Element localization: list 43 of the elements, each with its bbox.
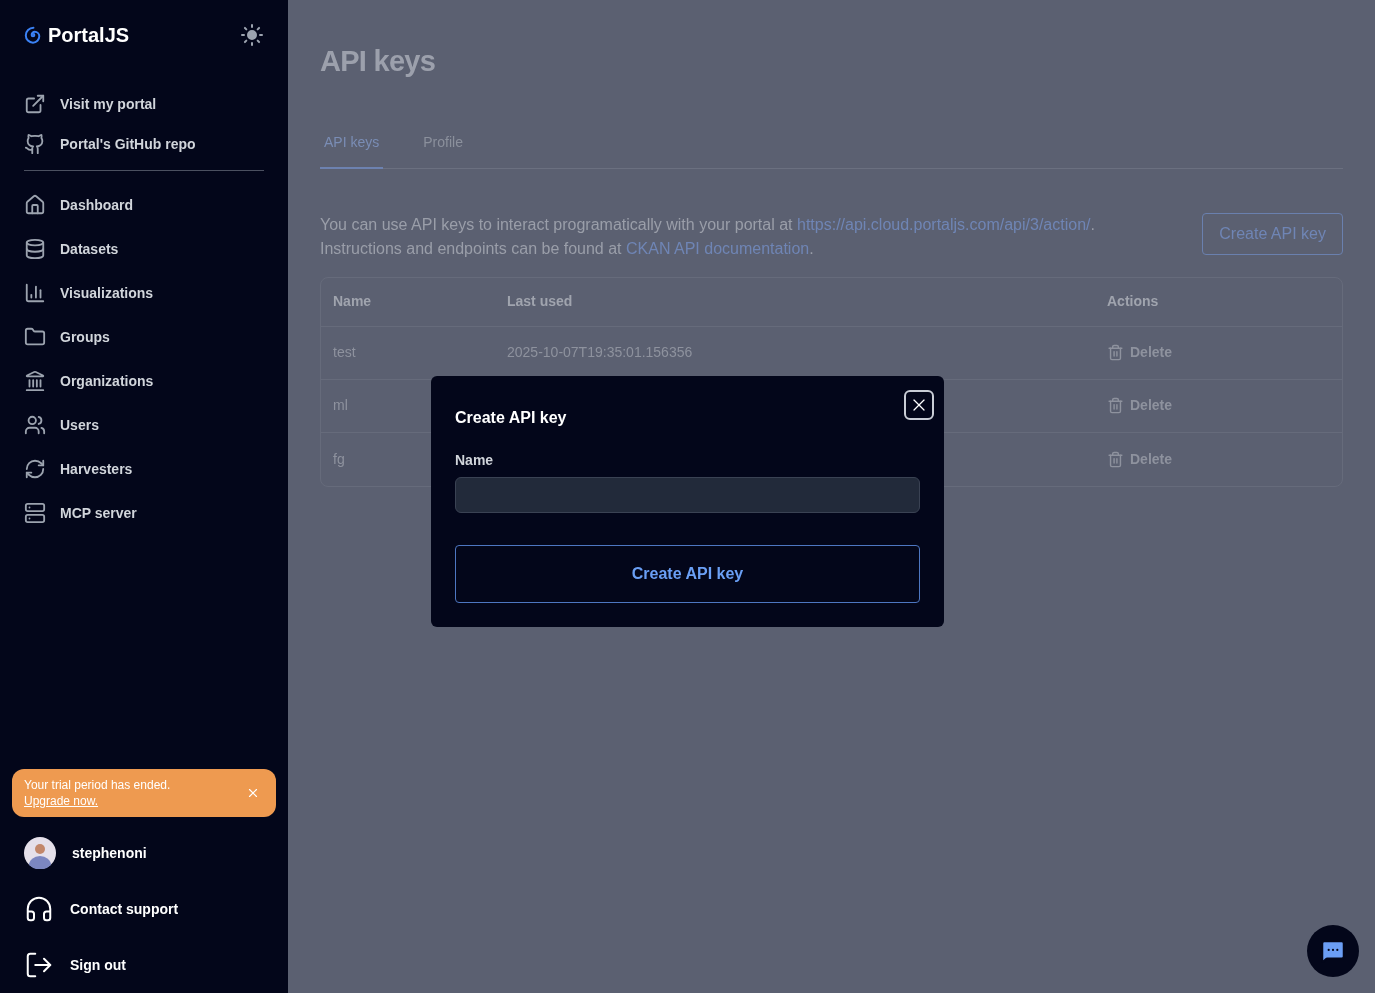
avatar[interactable] xyxy=(24,837,56,869)
database-icon xyxy=(24,238,46,260)
user-name: stephenoni xyxy=(72,843,147,863)
submit-button[interactable]: Create API key xyxy=(455,545,920,603)
close-button[interactable] xyxy=(904,390,934,420)
nav-item[interactable]: Visualizations xyxy=(24,279,264,307)
folder-icon xyxy=(24,326,46,348)
theme-toggle-icon[interactable] xyxy=(240,23,264,47)
bank-icon xyxy=(24,370,46,392)
column-header: Name xyxy=(333,292,373,311)
nav-item[interactable]: Dashboard xyxy=(24,191,264,219)
trial-message: Your trial period has ended. xyxy=(24,777,171,793)
brand-name: PortalJS xyxy=(48,23,130,48)
sign-out-icon xyxy=(24,950,54,980)
column-header: Actions xyxy=(1107,292,1160,311)
home-icon xyxy=(24,194,46,216)
headset-icon xyxy=(24,894,54,924)
intro-text: You can use API keys to interact programatically with your portal at https://api.cloud.portaljs.com/api/3/action/. Instructions and endpoints can be found at CKAN API documentation. xyxy=(320,214,1095,259)
nav-item[interactable]: Harvesters xyxy=(24,455,264,483)
bar-chart-icon xyxy=(24,282,46,304)
nav-item[interactable]: Datasets xyxy=(24,235,264,263)
cat-icon xyxy=(24,133,46,155)
external-link-icon xyxy=(24,93,46,115)
nav-item[interactable]: Groups xyxy=(24,323,264,351)
nav-item[interactable]: MCP server xyxy=(24,499,264,527)
nav-item[interactable]: Users xyxy=(24,411,264,439)
sidebar-link[interactable]: Portal's GitHub repo xyxy=(24,130,264,158)
page-title: API keys xyxy=(320,44,437,79)
trash-icon xyxy=(1107,344,1124,361)
users-icon xyxy=(24,414,46,436)
field-label: Name xyxy=(455,451,495,470)
refresh-icon xyxy=(24,458,46,480)
logo-icon xyxy=(24,26,42,44)
nav-item[interactable]: Organizations xyxy=(24,367,264,395)
sidebar-link[interactable]: Visit my portal xyxy=(24,90,264,118)
trash-icon xyxy=(1107,397,1124,414)
trash-icon xyxy=(1107,450,1124,468)
column-header: Last used xyxy=(507,292,574,311)
name-field[interactable] xyxy=(455,477,920,513)
dialog-title: Create API key xyxy=(455,408,567,428)
sidebar-link[interactable]: Contact support xyxy=(24,893,264,925)
server-icon xyxy=(24,502,46,524)
sidebar-link[interactable]: Sign out xyxy=(24,949,264,981)
